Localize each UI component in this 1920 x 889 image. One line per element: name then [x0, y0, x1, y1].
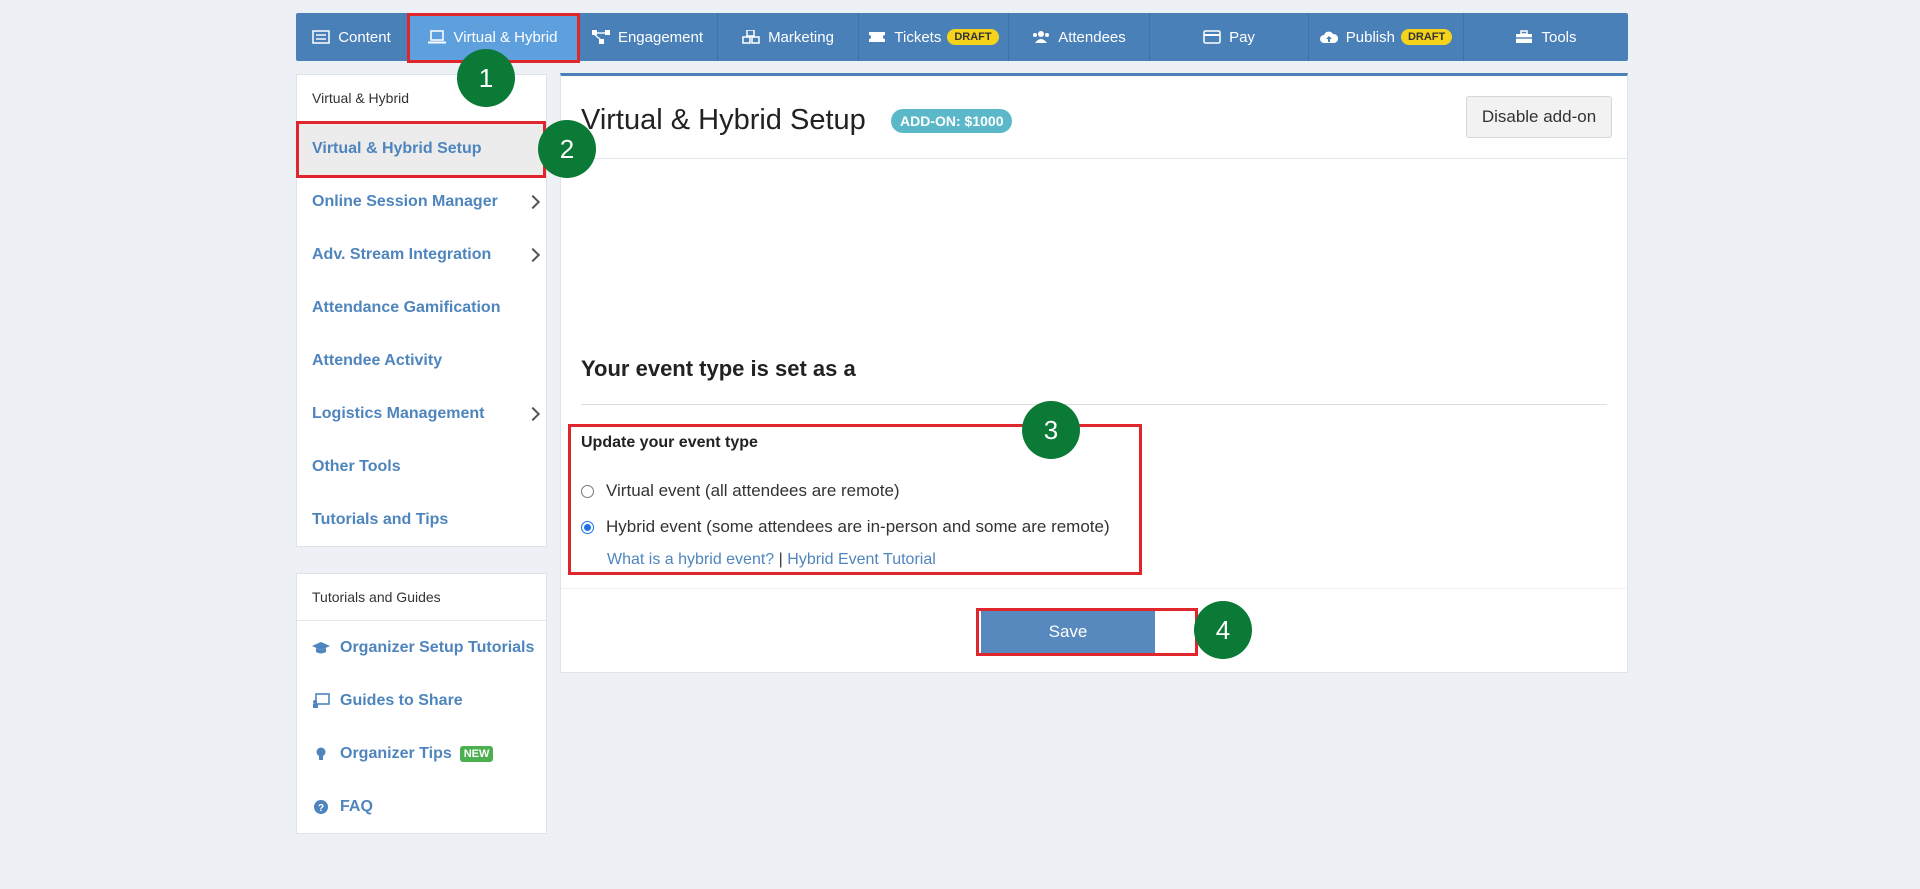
chevron-right-icon: [525, 247, 541, 262]
guides-menu: Tutorials and Guides Organizer Setup Tut…: [296, 573, 547, 834]
guide-item-faq[interactable]: ? FAQ: [297, 780, 546, 833]
nav-tab-tickets[interactable]: Tickets DRAFT: [859, 13, 1009, 61]
sidebar-item-label: Attendance Gamification: [312, 298, 501, 316]
sidebar-item-label: Attendee Activity: [312, 351, 443, 369]
guide-item-label: Organizer Tips: [340, 744, 452, 762]
step-marker-4: 4: [1194, 601, 1252, 659]
hybrid-tutorial-link[interactable]: Hybrid Event Tutorial: [787, 551, 936, 568]
cloud-upload-icon: [1319, 31, 1338, 43]
divider: [581, 404, 1607, 405]
sidebar-item-other-tools[interactable]: Other Tools: [297, 440, 546, 493]
guide-item-label: Guides to Share: [340, 691, 463, 709]
nav-tab-label: Marketing: [768, 28, 834, 46]
nav-tab-label: Publish: [1345, 28, 1395, 46]
sidebar-item-logistics-management[interactable]: Logistics Management: [297, 387, 546, 440]
laptop-icon: [427, 30, 446, 44]
nav-tab-attendees[interactable]: Attendees: [1009, 13, 1150, 61]
new-badge: NEW: [459, 745, 494, 762]
nav-tab-publish[interactable]: Publish DRAFT: [1309, 13, 1464, 61]
nav-tab-marketing[interactable]: Marketing: [718, 13, 859, 61]
sidebar-item-label: Virtual & Hybrid Setup: [312, 139, 482, 157]
update-event-type-label: Update your event type: [581, 434, 758, 451]
users-icon: [1033, 31, 1050, 43]
sidebar-menu: Virtual & Hybrid Virtual & Hybrid Setup …: [296, 74, 547, 547]
guides-header: Tutorials and Guides: [297, 574, 546, 621]
lightbulb-icon: [316, 747, 326, 760]
addon-price-badge: ADD-ON: $1000: [891, 109, 1013, 133]
step-marker-3: 3: [1022, 401, 1080, 459]
virtual-event-radio[interactable]: [581, 484, 594, 498]
virtual-event-label: Virtual event (all attendees are remote): [606, 481, 900, 500]
nav-tab-tools[interactable]: Tools: [1464, 13, 1628, 61]
sidebar-item-tutorials-and-tips[interactable]: Tutorials and Tips: [297, 493, 546, 546]
draft-badge: DRAFT: [947, 29, 999, 45]
nav-tab-pay[interactable]: Pay: [1150, 13, 1309, 61]
event-type-heading: Your event type is set as a: [581, 356, 856, 381]
sidebar-item-attendee-activity[interactable]: Attendee Activity: [297, 334, 546, 387]
link-separator: |: [778, 551, 783, 568]
sidebar-item-label: Tutorials and Tips: [312, 510, 449, 528]
nav-tab-label: Tickets: [894, 28, 942, 46]
network-icon: [591, 30, 610, 44]
sidebar-item-label: Other Tools: [312, 457, 401, 475]
chevron-right-icon: [525, 406, 541, 421]
sidebar-item-attendance-gamification[interactable]: Attendance Gamification: [297, 281, 546, 334]
page-title: Virtual & Hybrid Setup: [581, 104, 866, 136]
step-marker-2: 2: [538, 120, 596, 178]
list-icon: [312, 30, 330, 44]
guide-item-organizer-tips[interactable]: Organizer Tips NEW: [297, 727, 546, 780]
save-button[interactable]: Save: [981, 611, 1155, 653]
nav-tab-label: Tools: [1541, 28, 1577, 46]
nav-tab-label: Attendees: [1058, 28, 1126, 46]
guide-item-organizer-setup-tutorials[interactable]: Organizer Setup Tutorials: [297, 621, 546, 674]
nav-tab-label: Content: [338, 28, 391, 46]
nav-tab-engagement[interactable]: Engagement: [578, 13, 718, 61]
chevron-right-icon: [525, 194, 541, 209]
nav-tab-label: Engagement: [617, 28, 704, 46]
nav-tab-content[interactable]: Content: [296, 13, 408, 61]
chalkboard-icon: [313, 692, 330, 708]
toolbox-icon: [1516, 30, 1533, 43]
sidebar-item-label: Logistics Management: [312, 404, 485, 422]
cubes-icon: [742, 30, 760, 44]
guide-item-guides-to-share[interactable]: Guides to Share: [297, 674, 546, 727]
graduation-cap-icon: [312, 641, 330, 653]
sidebar-item-label: Adv. Stream Integration: [312, 245, 492, 263]
what-is-hybrid-link[interactable]: What is a hybrid event?: [607, 551, 774, 568]
guide-item-label: FAQ: [340, 797, 373, 815]
panel-header: Virtual & Hybrid Setup ADD-ON: $1000 Dis…: [561, 76, 1627, 159]
question-circle-icon: ?: [314, 799, 328, 814]
setup-panel: Virtual & Hybrid Setup ADD-ON: $1000 Dis…: [560, 73, 1628, 673]
sidebar-item-online-session-manager[interactable]: Online Session Manager: [297, 175, 546, 228]
disable-addon-button[interactable]: Disable add-on: [1466, 96, 1612, 138]
draft-badge: DRAFT: [1400, 29, 1453, 45]
guide-item-label: Organizer Setup Tutorials: [340, 638, 535, 656]
sidebar-item-adv-stream-integration[interactable]: Adv. Stream Integration: [297, 228, 546, 281]
hybrid-event-option[interactable]: Hybrid event (some attendees are in-pers…: [581, 517, 1110, 537]
hybrid-help-links: What is a hybrid event? | Hybrid Event T…: [607, 551, 936, 569]
hybrid-event-label: Hybrid event (some attendees are in-pers…: [606, 517, 1110, 536]
ticket-icon: [869, 32, 886, 42]
credit-card-icon: [1203, 30, 1221, 44]
nav-tab-label: Pay: [1229, 28, 1255, 46]
virtual-event-option[interactable]: Virtual event (all attendees are remote): [581, 481, 900, 501]
svg-text:?: ?: [318, 803, 324, 814]
sidebar-item-label: Online Session Manager: [312, 192, 498, 210]
sidebar-item-virtual-hybrid-setup[interactable]: Virtual & Hybrid Setup: [297, 122, 546, 175]
hybrid-event-radio[interactable]: [581, 520, 594, 534]
panel-footer: Save: [561, 588, 1627, 674]
step-marker-1: 1: [457, 49, 515, 107]
nav-tab-label: Virtual & Hybrid: [453, 28, 558, 46]
